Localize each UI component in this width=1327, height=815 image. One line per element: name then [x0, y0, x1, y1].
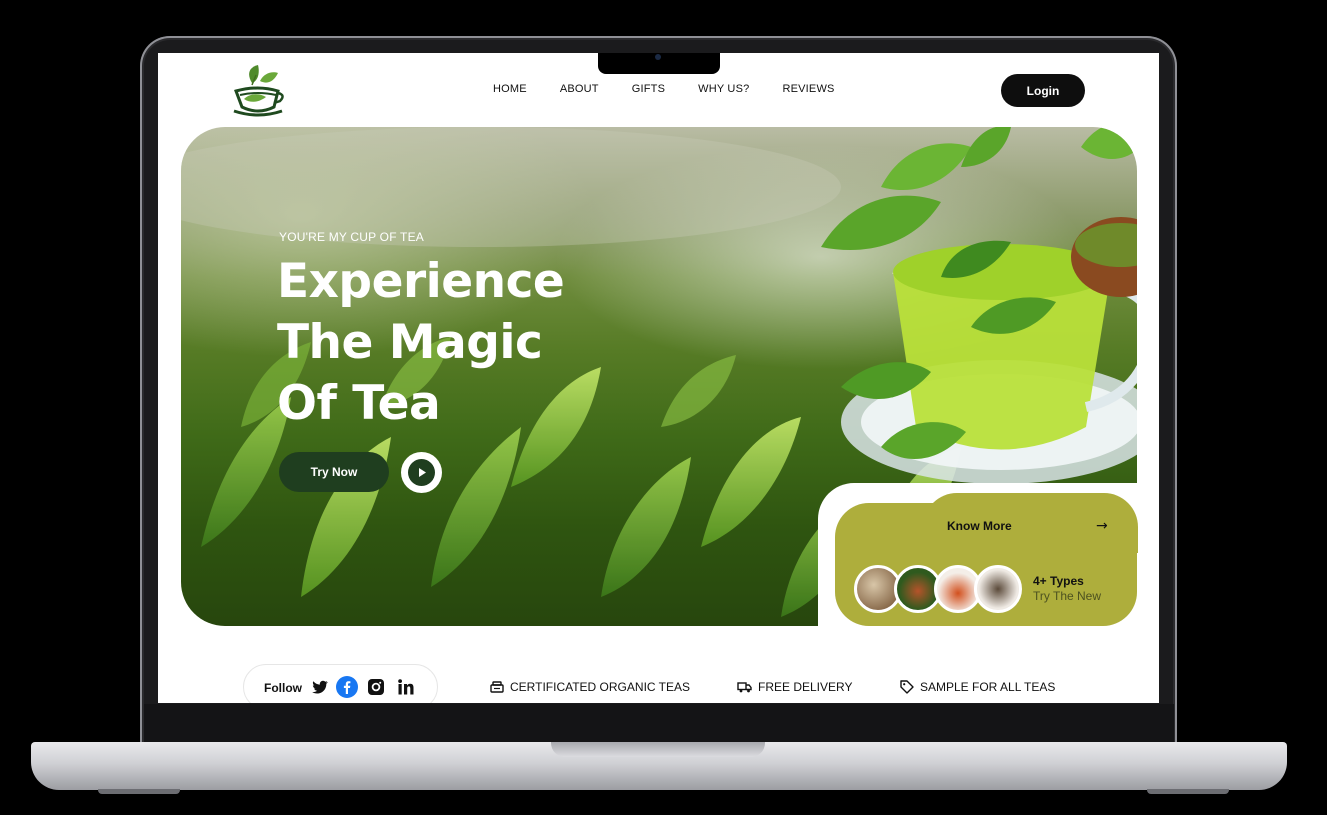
hero-title-line-3: Of Tea — [277, 376, 441, 431]
laptop-bezel — [144, 704, 1174, 744]
laptop-foot-right — [1147, 789, 1229, 794]
truck-icon — [737, 682, 752, 693]
twitter-icon[interactable] — [309, 676, 331, 698]
tea-types-count: 4+ Types — [1033, 574, 1084, 588]
hero-title-line-2: The Magic — [277, 315, 543, 370]
know-more-link[interactable]: Know More — [947, 519, 1012, 533]
feature-sample-for-all: SAMPLE FOR ALL TEAS — [900, 680, 1055, 694]
tag-icon — [900, 680, 914, 694]
linkedin-icon[interactable] — [395, 676, 417, 698]
hero-title: Experience The Magic Of Tea — [277, 251, 565, 434]
laptop-foot-left — [98, 789, 180, 794]
feature-label: FREE DELIVERY — [758, 680, 853, 694]
arrow-right-icon[interactable]: → — [1096, 518, 1108, 534]
nav-item-gifts[interactable]: GIFTS — [632, 83, 665, 95]
feature-label: SAMPLE FOR ALL TEAS — [920, 680, 1056, 694]
follow-label: Follow — [264, 681, 302, 695]
login-button[interactable]: Login — [1001, 74, 1085, 107]
play-video-button[interactable] — [401, 452, 442, 493]
nav-item-why-us[interactable]: WHY US? — [698, 83, 749, 95]
hero-title-line-1: Experience — [277, 254, 565, 309]
tea-cup-logo-icon[interactable] — [230, 63, 286, 117]
green-tea-cup-illustration — [821, 127, 1137, 484]
website-screen: HOME ABOUT GIFTS WHY US? REVIEWS Login Y… — [158, 53, 1159, 703]
feature-certified-organic: CERTIFICATED ORGANIC TEAS — [490, 680, 690, 694]
nav-item-home[interactable]: HOME — [493, 83, 527, 95]
nav-item-reviews[interactable]: REVIEWS — [782, 83, 834, 95]
tea-types-info: 4+ Types Try The New — [1033, 574, 1101, 603]
feature-label: CERTIFICATED ORGANIC TEAS — [510, 680, 691, 694]
main-nav: HOME ABOUT GIFTS WHY US? REVIEWS — [493, 83, 868, 95]
tea-thumbnail-4[interactable] — [974, 565, 1022, 613]
nav-item-about[interactable]: ABOUT — [560, 83, 599, 95]
play-icon — [418, 468, 426, 477]
tea-types-subtitle: Try The New — [1033, 589, 1102, 603]
camera-icon — [655, 54, 661, 60]
certificate-icon — [490, 681, 504, 693]
camera-notch — [598, 53, 720, 74]
feature-free-delivery: FREE DELIVERY — [737, 680, 852, 694]
follow-social-bar: Follow — [243, 664, 438, 703]
instagram-icon[interactable] — [365, 676, 387, 698]
laptop-opening-notch — [551, 742, 765, 757]
try-now-button[interactable]: Try Now — [279, 452, 389, 492]
facebook-icon[interactable] — [336, 676, 358, 698]
hero-eyebrow: YOU'RE MY CUP OF TEA — [279, 230, 424, 244]
